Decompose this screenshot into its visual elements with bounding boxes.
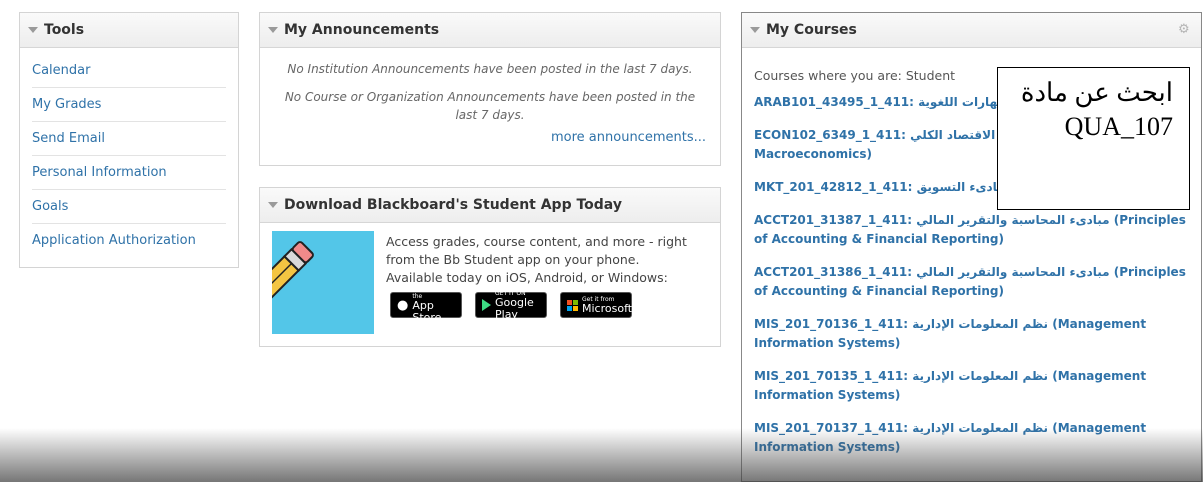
tools-item-calendar[interactable]: Calendar: [32, 54, 226, 88]
course-link-mis201-70135[interactable]: MIS_201_70135_1_411: نظم المعلومات الإدا…: [754, 367, 1189, 405]
tools-item-goals[interactable]: Goals: [32, 190, 226, 224]
tools-title: Tools: [44, 22, 85, 38]
pencil-app-icon: [240, 231, 374, 334]
institution-announcements-text: No Institution Announcements have been p…: [287, 62, 693, 76]
course-link-mis201-70136[interactable]: MIS_201_70136_1_411: نظم المعلومات الإدا…: [754, 315, 1189, 353]
tools-item-send-email[interactable]: Send Email: [32, 122, 226, 156]
google-play-icon: [482, 299, 491, 311]
collapse-triangle-icon[interactable]: [28, 27, 38, 33]
collapse-triangle-icon[interactable]: [268, 202, 278, 208]
course-announcements-text: No Course or Organization Announcements …: [284, 90, 696, 122]
course-link-acct201-31387[interactable]: ACCT201_31387_1_411: مبادىء المحاسبة وال…: [754, 211, 1189, 249]
app-promo-header[interactable]: Download Blackboard's Student App Today: [260, 188, 720, 223]
tools-header[interactable]: Tools: [20, 13, 238, 48]
collapse-triangle-icon[interactable]: [750, 27, 760, 33]
app-store-button[interactable]: ● Download on the App Store: [390, 286, 462, 324]
course-link-mis201-70137[interactable]: MIS_201_70137_1_411: نظم المعلومات الإدا…: [754, 419, 1189, 457]
announcements-header[interactable]: My Announcements: [260, 13, 720, 48]
courses-header[interactable]: My Courses: [742, 13, 1201, 48]
announcements-module: My Announcements No Institution Announce…: [259, 12, 721, 166]
google-play-button[interactable]: GET IT ON Google Play: [475, 290, 547, 320]
app-availability-text: Available today on iOS, Android, or Wind…: [386, 270, 668, 285]
overlay-line-1: ابحث عن مادة: [1020, 78, 1173, 107]
app-promo-title: Download Blackboard's Student App Today: [284, 197, 622, 213]
courses-title: My Courses: [766, 22, 857, 38]
course-link-acct201-31386[interactable]: ACCT201_31386_1_411: مبادىء المحاسبة وال…: [754, 263, 1189, 301]
collapse-triangle-icon[interactable]: [268, 27, 278, 33]
microsoft-store-button[interactable]: Get it from Microsoft: [560, 292, 632, 318]
app-promo-module: Download Blackboard's Student App Today …: [240, 187, 721, 347]
announcements-title: My Announcements: [284, 22, 440, 38]
tools-item-application-authorization[interactable]: Application Authorization: [32, 224, 226, 257]
tools-item-my-grades[interactable]: My Grades: [32, 88, 226, 122]
app-promo-text: Access grades, course content, and more …: [386, 234, 687, 267]
tools-module: Tools Calendar My Grades Send Email Pers…: [19, 12, 239, 268]
overlay-line-2: QUA_107: [1064, 112, 1173, 141]
apple-icon: ●: [397, 297, 409, 313]
microsoft-icon: [567, 299, 578, 311]
more-announcements-link[interactable]: more announcements...: [274, 130, 706, 145]
tools-item-personal-information[interactable]: Personal Information: [32, 156, 226, 190]
gear-icon[interactable]: ⚙: [1178, 23, 1191, 36]
tools-list: Calendar My Grades Send Email Personal I…: [20, 48, 238, 257]
search-instruction-overlay: ابحث عن مادة QUA_107: [997, 67, 1190, 210]
